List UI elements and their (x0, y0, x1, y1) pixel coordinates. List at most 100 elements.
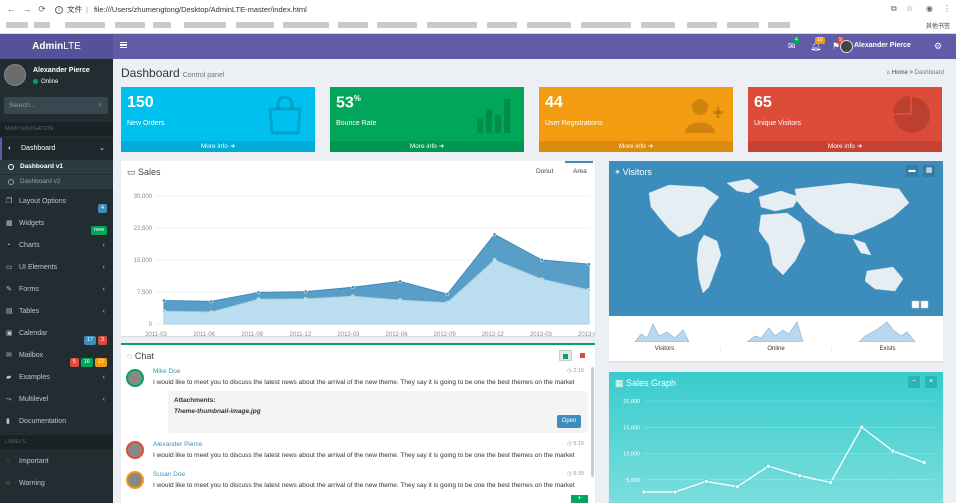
bell-icon[interactable]: 🔔︎ 10 (810, 37, 825, 52)
sidebar-search-input[interactable]: Search... ⌕ (4, 97, 108, 114)
back-icon[interactable]: ← (6, 4, 16, 14)
data-point (859, 424, 865, 430)
data-point (890, 448, 896, 454)
chevron-left-icon: ‹ (102, 396, 105, 403)
x-tick-label: 2013-06 (578, 332, 595, 336)
chat-scrollbar[interactable] (591, 367, 594, 477)
search-icon[interactable]: ⌕ (98, 97, 102, 114)
more-info-link[interactable]: More info ➜ (748, 141, 942, 152)
sidebar-item-multilevel[interactable]: ⤳ Multilevel ‹ (0, 389, 113, 411)
data-point (828, 480, 833, 485)
address-bar[interactable]: i 文件 | file:///Users/zhumengtong/Desktop… (55, 3, 885, 16)
x-tick-label: 2012-03 (337, 332, 360, 336)
chat-author[interactable]: Mike Doe (153, 368, 180, 375)
series-line (644, 426, 925, 493)
book-icon: ▮ (6, 418, 10, 425)
sidebar-item-documentation[interactable]: ▮ Documentation (0, 411, 113, 433)
send-button[interactable]: + (571, 495, 588, 503)
sidebar-item-examples[interactable]: ▰ Examples ‹ (0, 367, 113, 389)
data-point (492, 258, 497, 262)
more-info-link[interactable]: More info ➜ (121, 141, 315, 152)
data-point (672, 489, 678, 495)
circle-yellow-icon: ○ (6, 480, 11, 487)
data-point (162, 309, 166, 314)
data-point (303, 296, 308, 301)
y-tick-label: 15,000 (623, 425, 640, 431)
data-point (492, 232, 497, 237)
mailbox-badge-yellow: 12 (94, 358, 107, 367)
avatar[interactable] (840, 40, 853, 53)
data-point (797, 473, 802, 478)
page-subtitle: Control panel (182, 72, 225, 79)
sidebar-item-mailbox[interactable]: ✉ Mailbox 5 16 12 (0, 345, 113, 367)
sidebar-item-forms[interactable]: ✎ Forms ‹ (0, 279, 113, 301)
chevron-left-icon: ‹ (102, 374, 105, 381)
exists-sparkline (858, 321, 916, 342)
sidebar-item-tables[interactable]: ▤ Tables ‹ (0, 301, 113, 323)
flag-icon[interactable]: ⚑ 9 (832, 37, 844, 52)
offline-toggle-button[interactable] (576, 350, 589, 361)
attachment: Attachments: Theme-thumbnail-image.jpg O… (168, 391, 588, 433)
chat-author[interactable]: Alexander Pierce (153, 441, 203, 448)
chat-time: ◷ 5:30 (567, 471, 585, 477)
th-icon: ▦ (615, 378, 624, 388)
sparkline-label-exists: Exists (831, 346, 943, 352)
forward-icon[interactable]: → (22, 4, 32, 14)
sidebar-label-warning[interactable]: ○ Warning (0, 473, 113, 495)
world-map (648, 178, 929, 309)
info-box-unique-visitors: 65 Unique Visitors More info ➜ (748, 87, 942, 152)
sidebar-item-calendar[interactable]: ▣ Calendar 17 3 (0, 323, 113, 345)
breadcrumb-home[interactable]: Home (892, 70, 908, 76)
y-tick-label: 10,000 (623, 452, 640, 458)
sales-graph-chart: 5,000 10,000 15,000 20,000 (623, 399, 934, 495)
sidebar-item-dashboard[interactable]: ◐ Dashboard ⌄ (0, 138, 113, 160)
info-box-bounce-rate: 53% Bounce Rate More info ➜ (330, 87, 524, 152)
y-tick-label: 5,000 (626, 478, 640, 484)
sidebar-item-ui-elements[interactable]: ▭ UI Elements ‹ (0, 257, 113, 279)
tab-donut[interactable]: Donut (536, 168, 553, 175)
x-tick-label: 2012-06 (386, 332, 409, 336)
info-box-user-registrations: 44 User Registrations More info ➜ (539, 87, 733, 152)
sidebar-item-dashboard-v1[interactable]: Dashboard v1 (0, 160, 113, 174)
sidebar-item-charts[interactable]: ◔ Charts ‹ (0, 235, 113, 257)
collapse-button[interactable]: − (908, 376, 920, 388)
menu-icon[interactable]: ⋮ (943, 4, 951, 13)
sidebar-item-dashboard-v2[interactable]: Dashboard v2 (0, 175, 113, 189)
open-button[interactable]: Open (557, 415, 581, 428)
star-icon[interactable]: ☆ (906, 4, 913, 13)
gears-icon[interactable]: ⚙ (934, 41, 942, 52)
table-icon: ▤ (6, 308, 13, 315)
sidebar-item-widgets[interactable]: ▦ Widgets new (0, 213, 113, 235)
user-plus-icon (685, 99, 723, 133)
more-info-link[interactable]: More info ➜ (330, 141, 524, 152)
header-user-name[interactable]: Alexander Pierce (854, 42, 911, 49)
cart-icon: ▭ (127, 167, 136, 177)
sales-graph-title: ▦ Sales Graph (615, 378, 677, 388)
reload-icon[interactable]: ⟳ (37, 4, 47, 14)
more-info-link[interactable]: More info ➜ (539, 141, 733, 152)
data-point (351, 285, 355, 290)
sales-panel: ▭ Sales Donut Area 0 7,500 15,000 22,500 30,… (121, 161, 595, 336)
sales-area-chart: 0 7,500 15,000 22,500 30,000 2011-03 2011-06 20… (134, 194, 595, 336)
labels-heading: LABELS (0, 435, 113, 449)
logo[interactable]: AdminLTE (0, 34, 113, 59)
envelope-icon[interactable]: ✉ 4 (788, 37, 800, 52)
chevron-down-icon: ⌄ (99, 145, 105, 152)
chat-author[interactable]: Susan Doe (153, 471, 185, 478)
tab-area[interactable]: Area (573, 168, 587, 175)
sidebar-label-important[interactable]: ○ Important (0, 451, 113, 473)
browser-chrome: ← → ⟳ i 文件 | file:///Users/zhumengtong/D… (0, 0, 956, 34)
sidebar-item-layout-options[interactable]: ❐ Layout Options 4 (0, 191, 113, 213)
online-toggle-button[interactable] (559, 350, 572, 361)
sidebar-toggle-icon[interactable] (120, 42, 127, 48)
y-tick-label: 30,000 (134, 194, 153, 200)
info-box-new-orders: 150 New Orders More info ➜ (121, 87, 315, 152)
close-button[interactable]: × (925, 376, 937, 388)
circle-red-icon: ○ (6, 458, 11, 465)
other-bookmarks[interactable]: 其他书签 (926, 21, 950, 30)
profile-icon[interactable]: ◉ (926, 4, 933, 13)
mailbox-badge-green: 16 (80, 358, 93, 367)
chevron-left-icon: ‹ (102, 308, 105, 315)
translate-icon[interactable]: ⧉ (891, 4, 897, 14)
layout-badge: 4 (97, 204, 107, 213)
